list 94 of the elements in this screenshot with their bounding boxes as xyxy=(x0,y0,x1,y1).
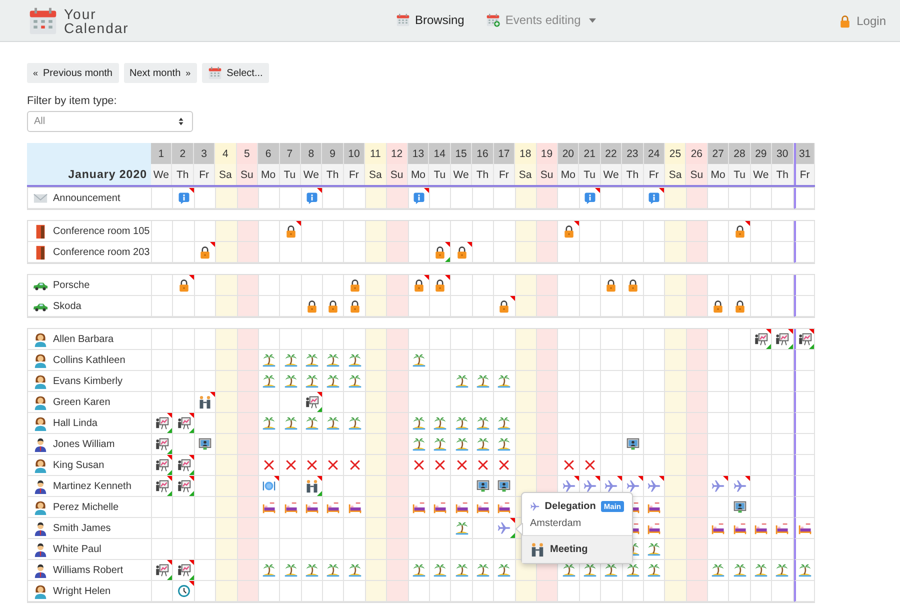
weekday-label: Th xyxy=(772,164,794,185)
day-number: 14 xyxy=(429,143,451,164)
weekday-label: Sa xyxy=(215,164,237,185)
day-number: 12 xyxy=(386,143,408,164)
day-number: 11 xyxy=(365,143,387,164)
weekday-label: Th xyxy=(322,164,344,185)
resource-name: Evans Kimberly xyxy=(53,376,122,386)
day-number: 3 xyxy=(194,143,216,164)
resource-name: Collins Kathleen xyxy=(53,354,126,366)
weekday-label: Tu xyxy=(579,164,601,185)
weekday-label: Su xyxy=(686,164,708,185)
next-month-button[interactable]: Next month » xyxy=(124,63,197,83)
resource-name: Williams Robert xyxy=(53,564,124,576)
item-type-select[interactable]: All xyxy=(27,111,193,132)
weekday-label: We xyxy=(450,164,472,185)
day-number: 9 xyxy=(322,143,344,164)
login-link[interactable]: Login xyxy=(838,14,886,28)
weekday-label: Fr xyxy=(194,164,216,185)
day-number: 15 xyxy=(450,143,472,164)
popover-item[interactable]: Meeting xyxy=(522,535,632,563)
weekday-label: Fr xyxy=(794,164,815,185)
weekday-label: We xyxy=(151,164,172,185)
resource-name: Wright Helen xyxy=(53,586,111,596)
weekday-label: Su xyxy=(236,164,258,185)
weekday-label: Mo xyxy=(708,164,730,185)
select-date-button[interactable]: Select... xyxy=(202,63,269,83)
day-number: 23 xyxy=(622,143,644,164)
resource-name: Perez Michelle xyxy=(53,502,119,512)
day-number: 18 xyxy=(515,143,537,164)
weekday-label: Sa xyxy=(665,164,686,185)
filter-label: Filter by item type: xyxy=(27,95,118,107)
weekday-label: Th xyxy=(622,164,644,185)
resource-name: Martinez Kenneth xyxy=(53,480,132,492)
event-title: Meeting xyxy=(550,544,588,555)
weekday-label: Th xyxy=(472,164,494,185)
weekday-label: Mo xyxy=(408,164,430,185)
resource-name: Jones William xyxy=(53,438,115,450)
day-number: 4 xyxy=(215,143,237,164)
resource-name: Announcement xyxy=(53,192,120,204)
logo-text: Calendar xyxy=(64,20,129,34)
day-number: 27 xyxy=(708,143,730,164)
weekday-label: Tu xyxy=(280,164,301,185)
day-number: 10 xyxy=(344,143,366,164)
weekday-label: Tu xyxy=(729,164,751,185)
day-number: 16 xyxy=(472,143,494,164)
weekday-label: Fr xyxy=(344,164,366,185)
resource-name: Hall Linda xyxy=(53,418,98,428)
day-number: 22 xyxy=(600,143,622,164)
weekday-label: Mo xyxy=(258,164,280,185)
resource-name: White Paul xyxy=(53,544,102,554)
weekday-label: Sa xyxy=(515,164,537,185)
resource-name: Porsche xyxy=(53,280,90,290)
weekday-label: Th xyxy=(172,164,194,185)
day-number: 26 xyxy=(686,143,708,164)
day-number: 24 xyxy=(644,143,666,164)
weekday-label: Mo xyxy=(558,164,580,185)
weekday-label: Fr xyxy=(644,164,666,185)
resource-name: Allen Barbara xyxy=(53,334,114,344)
weekday-label: Sa xyxy=(365,164,387,185)
day-number: 8 xyxy=(300,143,322,164)
weekday-label: We xyxy=(750,164,772,185)
resource-name: Conference room 105 xyxy=(53,226,150,236)
nav-link[interactable]: Browsing xyxy=(396,13,464,27)
day-number: 20 xyxy=(558,143,580,164)
resource-name: King Susan xyxy=(53,460,104,470)
day-number: 5 xyxy=(236,143,258,164)
day-number: 7 xyxy=(280,143,301,164)
logo-text: Your xyxy=(64,6,98,20)
day-number: 28 xyxy=(729,143,751,164)
weekday-label: We xyxy=(600,164,622,185)
event-title: Delegation xyxy=(544,501,596,512)
day-number: 19 xyxy=(536,143,558,164)
day-number: 25 xyxy=(665,143,686,164)
day-number: 30 xyxy=(772,143,794,164)
weekday-label: We xyxy=(300,164,322,185)
day-number: 6 xyxy=(258,143,280,164)
day-number: 17 xyxy=(494,143,516,164)
weekday-label: Su xyxy=(386,164,408,185)
previous-month-button[interactable]: « Previous month xyxy=(27,63,118,83)
day-number: 31 xyxy=(794,143,815,164)
weekday-label: Fr xyxy=(494,164,516,185)
resource-name: Skoda xyxy=(53,300,82,312)
weekday-label: Tu xyxy=(429,164,451,185)
event-location: Amsterdam xyxy=(530,518,582,529)
day-number: 2 xyxy=(172,143,194,164)
resource-name: Green Karen xyxy=(53,396,110,408)
day-number: 21 xyxy=(579,143,601,164)
day-number: 1 xyxy=(151,143,172,164)
day-number: 29 xyxy=(750,143,772,164)
day-number: 13 xyxy=(408,143,430,164)
month-title: January 2020 xyxy=(27,143,151,185)
resource-name: Conference room 203 xyxy=(53,246,150,258)
weekday-label: Su xyxy=(536,164,558,185)
resource-name: Smith James xyxy=(53,522,111,534)
